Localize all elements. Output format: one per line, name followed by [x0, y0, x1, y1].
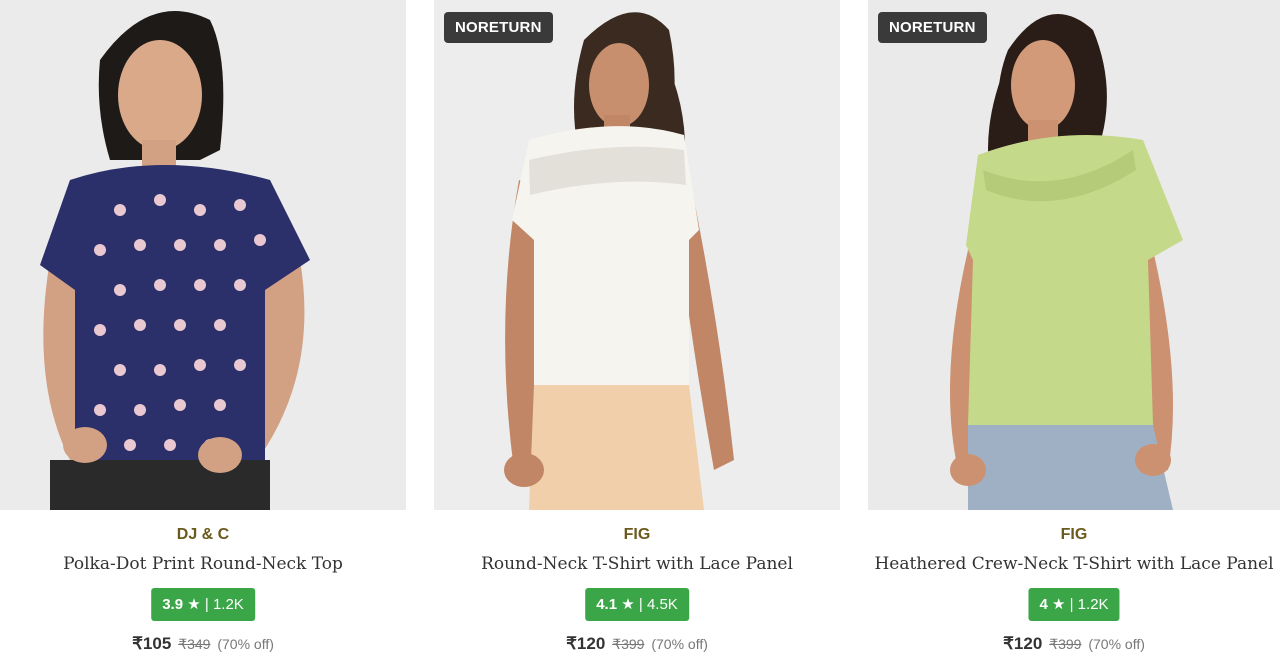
price-row: ₹120 ₹399 (70% off) — [434, 634, 840, 654]
product-brand: FIG — [623, 526, 651, 543]
product-card[interactable]: NORETURN FIG Heathered Crew-Neck T-Shirt… — [868, 0, 1280, 667]
product-image[interactable]: NORETURN — [434, 0, 840, 510]
discount-text: (70% off) — [217, 636, 274, 652]
product-card[interactable]: DJ & C Polka-Dot Print Round-Neck Top 3.… — [0, 0, 406, 667]
product-image[interactable]: NORETURN — [868, 0, 1280, 510]
rating-value: 3.9 — [162, 596, 184, 613]
original-price: ₹399 — [1049, 636, 1082, 652]
product-photo — [868, 0, 1280, 510]
product-brand: FIG — [1060, 526, 1088, 543]
star-icon: ★ — [187, 596, 201, 613]
rating-badge: 4.1 ★ | 4.5K — [585, 588, 689, 621]
price-row: ₹105 ₹349 (70% off) — [0, 634, 406, 654]
star-icon: ★ — [1051, 596, 1066, 613]
product-image[interactable] — [0, 0, 406, 510]
rating-value: 4 — [1039, 596, 1048, 613]
product-title[interactable]: Heathered Crew-Neck T-Shirt with Lace Pa… — [868, 554, 1280, 574]
price-row: ₹120 ₹399 (70% off) — [868, 634, 1280, 654]
rating-separator: | — [638, 596, 643, 613]
product-brand: DJ & C — [176, 526, 230, 543]
current-price: ₹120 — [1003, 634, 1043, 653]
rating-separator: | — [204, 596, 209, 613]
noreturn-badge: NORETURN — [878, 12, 987, 43]
product-title[interactable]: Polka-Dot Print Round-Neck Top — [0, 554, 406, 574]
original-price: ₹349 — [178, 636, 211, 652]
rating-separator: | — [1069, 596, 1074, 613]
discount-text: (70% off) — [1088, 636, 1145, 652]
current-price: ₹120 — [566, 634, 606, 653]
star-icon: ★ — [621, 596, 635, 613]
rating-badge: 3.9 ★ | 1.2K — [151, 588, 255, 621]
discount-text: (70% off) — [651, 636, 708, 652]
product-grid: DJ & C Polka-Dot Print Round-Neck Top 3.… — [0, 0, 1280, 667]
rating-value: 4.1 — [596, 596, 618, 613]
review-count: 1.2K — [1077, 596, 1109, 613]
product-title[interactable]: Round-Neck T-Shirt with Lace Panel — [434, 554, 840, 574]
review-count: 1.2K — [212, 596, 244, 613]
review-count: 4.5K — [646, 596, 678, 613]
product-photo — [0, 0, 406, 510]
rating-badge: 4 ★ | 1.2K — [1028, 588, 1120, 621]
product-photo — [434, 0, 840, 510]
current-price: ₹105 — [132, 634, 172, 653]
noreturn-badge: NORETURN — [444, 12, 553, 43]
original-price: ₹399 — [612, 636, 645, 652]
product-card[interactable]: NORETURN FIG Round-Neck T-Shirt with Lac… — [434, 0, 840, 667]
